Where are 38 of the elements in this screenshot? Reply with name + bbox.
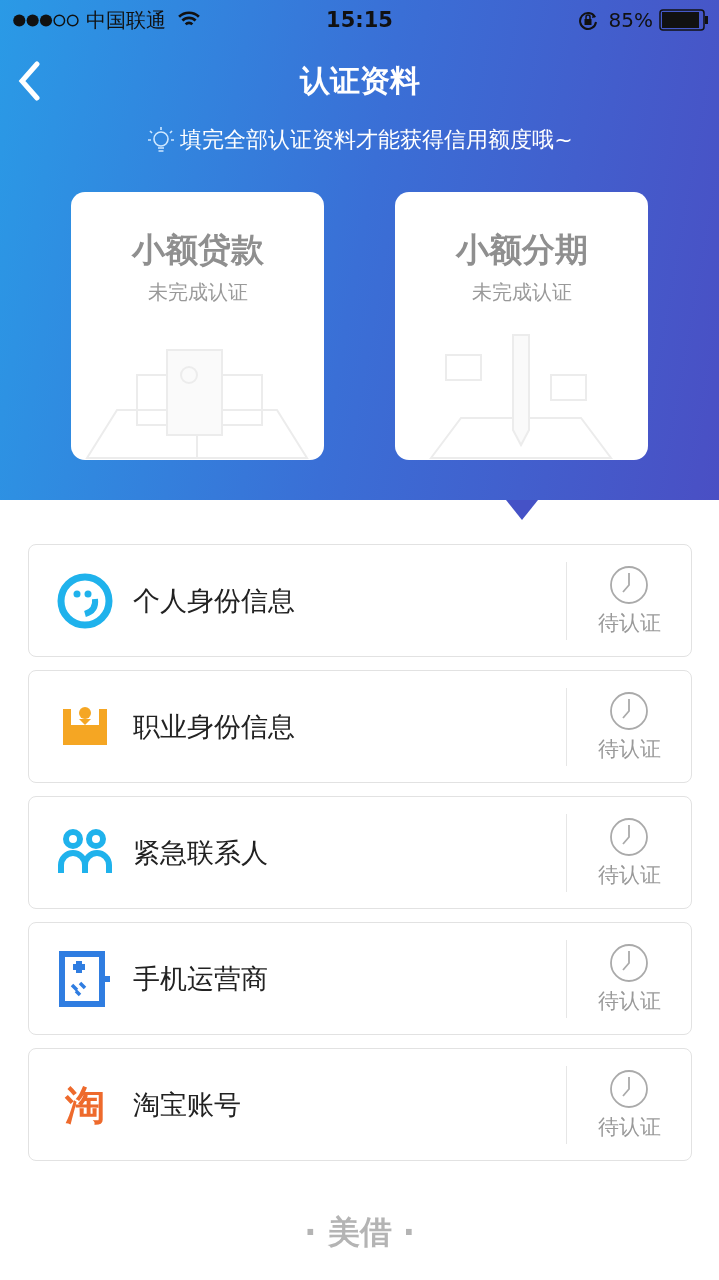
battery-icon — [659, 9, 709, 31]
battery-percent: 85% — [608, 8, 653, 32]
verification-item[interactable]: 淘 淘宝账号 待认证 — [28, 1048, 692, 1161]
status-time: 15:15 — [326, 8, 393, 32]
item-status: 待认证 — [597, 1113, 661, 1141]
verification-item[interactable]: 紧急联系人 待认证 — [28, 796, 692, 909]
item-status: 待认证 — [597, 987, 661, 1015]
back-icon — [16, 61, 42, 101]
page-title: 认证资料 — [299, 61, 420, 100]
item-status: 待认证 — [597, 609, 661, 637]
item-label: 紧急联系人 — [133, 835, 269, 870]
light-bulb-icon — [146, 125, 177, 155]
card-status: 未完成认证 — [147, 279, 248, 306]
card-title: 小额贷款 — [131, 229, 264, 271]
clock-icon — [609, 942, 649, 983]
verification-item[interactable]: 个人身份信息 待认证 — [28, 544, 692, 657]
verification-item[interactable]: 职业身份信息 待认证 — [28, 670, 692, 783]
footer-brand: · 美借 · — [303, 1212, 416, 1253]
hint-text: 填完全部认证资料才能获得信用额度哦~ — [180, 126, 573, 154]
item-label: 个人身份信息 — [133, 583, 296, 618]
smiley-icon — [57, 572, 113, 629]
card-title: 小额分期 — [455, 229, 588, 271]
phone-icon — [57, 950, 113, 1007]
clock-icon — [609, 1068, 649, 1109]
item-status: 待认证 — [597, 735, 661, 763]
item-label: 淘宝账号 — [133, 1087, 242, 1122]
clock-icon — [609, 816, 649, 857]
clock-icon — [609, 564, 649, 605]
item-label: 手机运营商 — [133, 961, 269, 996]
carrier-name: 中国联通 — [86, 6, 166, 34]
signal-icon — [12, 12, 80, 28]
rotation-lock-icon — [576, 9, 599, 31]
verification-item[interactable]: 手机运营商 待认证 — [28, 922, 692, 1035]
item-status: 待认证 — [597, 861, 661, 889]
item-label: 职业身份信息 — [133, 709, 296, 744]
shop-logo: 淘 — [64, 1080, 106, 1130]
card-status: 未完成认证 — [471, 279, 572, 306]
clock-icon — [609, 690, 649, 731]
